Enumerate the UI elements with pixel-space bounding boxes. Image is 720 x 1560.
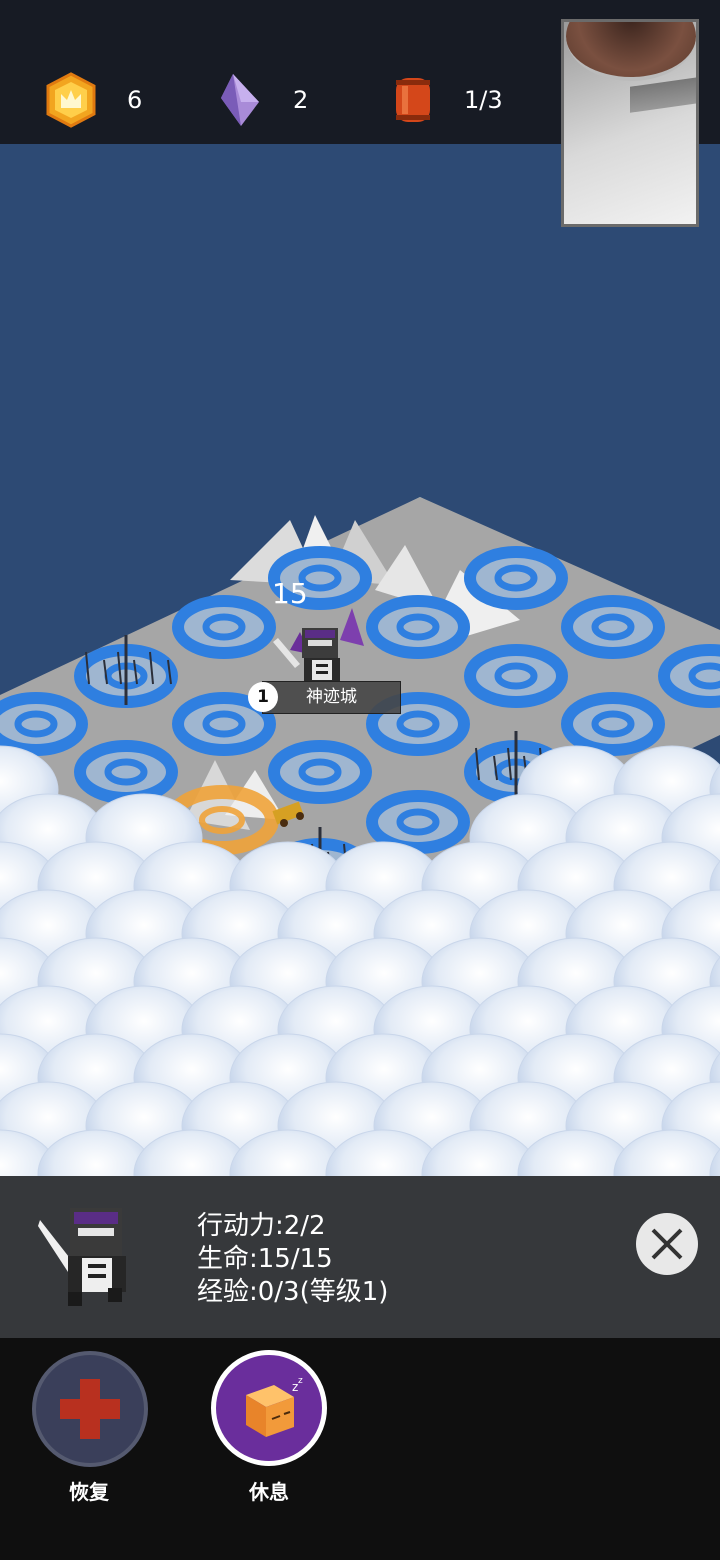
sleeping-cube-icon: z z [246, 1376, 303, 1437]
action-bar: 恢复 z z 休息 [0, 1338, 720, 1560]
resource-gold: 6 [45, 72, 142, 128]
game-map[interactable] [0, 144, 720, 1176]
exp-text: 经验:0/3(等级1) [197, 1277, 389, 1307]
move-target-ring[interactable] [0, 692, 88, 756]
crystal-count: 2 [293, 86, 309, 114]
rest-label: 休息 [249, 1480, 289, 1504]
svg-text:z: z [298, 1376, 303, 1386]
move-target-ring[interactable] [464, 546, 568, 610]
barrel-count: 1/3 [464, 86, 503, 114]
resource-crystal: 2 [217, 72, 308, 128]
camera-preview [561, 19, 699, 227]
city-level-badge: 1 [248, 682, 278, 712]
move-target-ring[interactable] [366, 595, 470, 659]
unit-hp-float: 15 [272, 577, 308, 610]
close-panel-button[interactable] [636, 1213, 698, 1275]
purple-crystal-icon [221, 74, 259, 126]
recover-button[interactable] [32, 1351, 148, 1467]
rest-button[interactable]: z z [211, 1350, 327, 1466]
move-target-ring[interactable] [561, 692, 665, 756]
action-points-text: 行动力:2/2 [197, 1211, 326, 1241]
move-target-ring[interactable] [464, 644, 568, 708]
camera-object [630, 77, 696, 113]
red-cross-icon [60, 1379, 120, 1439]
move-target-ring[interactable] [74, 740, 178, 804]
camera-lens [566, 22, 696, 81]
knight-portrait-icon [38, 1208, 126, 1306]
hexagon-crown-icon [46, 72, 96, 128]
barrel-icon [396, 78, 430, 122]
recover-label: 恢复 [69, 1480, 109, 1504]
gold-count: 6 [127, 86, 143, 114]
move-target-ring[interactable] [561, 595, 665, 659]
resource-barrel: 1/3 [392, 72, 503, 128]
city-name-tag[interactable]: 神迹城 [262, 681, 401, 714]
move-target-ring[interactable] [172, 595, 276, 659]
game-screen: 15 神迹城 1 6 2 1/3 行动力:2/2 生命:15/15 经验:0/3… [0, 0, 720, 1560]
unit-stats: 行动力:2/2 生命:15/15 经验:0/3(等级1) [197, 1210, 388, 1309]
close-icon [651, 1228, 683, 1260]
life-text: 生命:15/15 [197, 1244, 333, 1274]
move-target-ring[interactable] [268, 740, 372, 804]
